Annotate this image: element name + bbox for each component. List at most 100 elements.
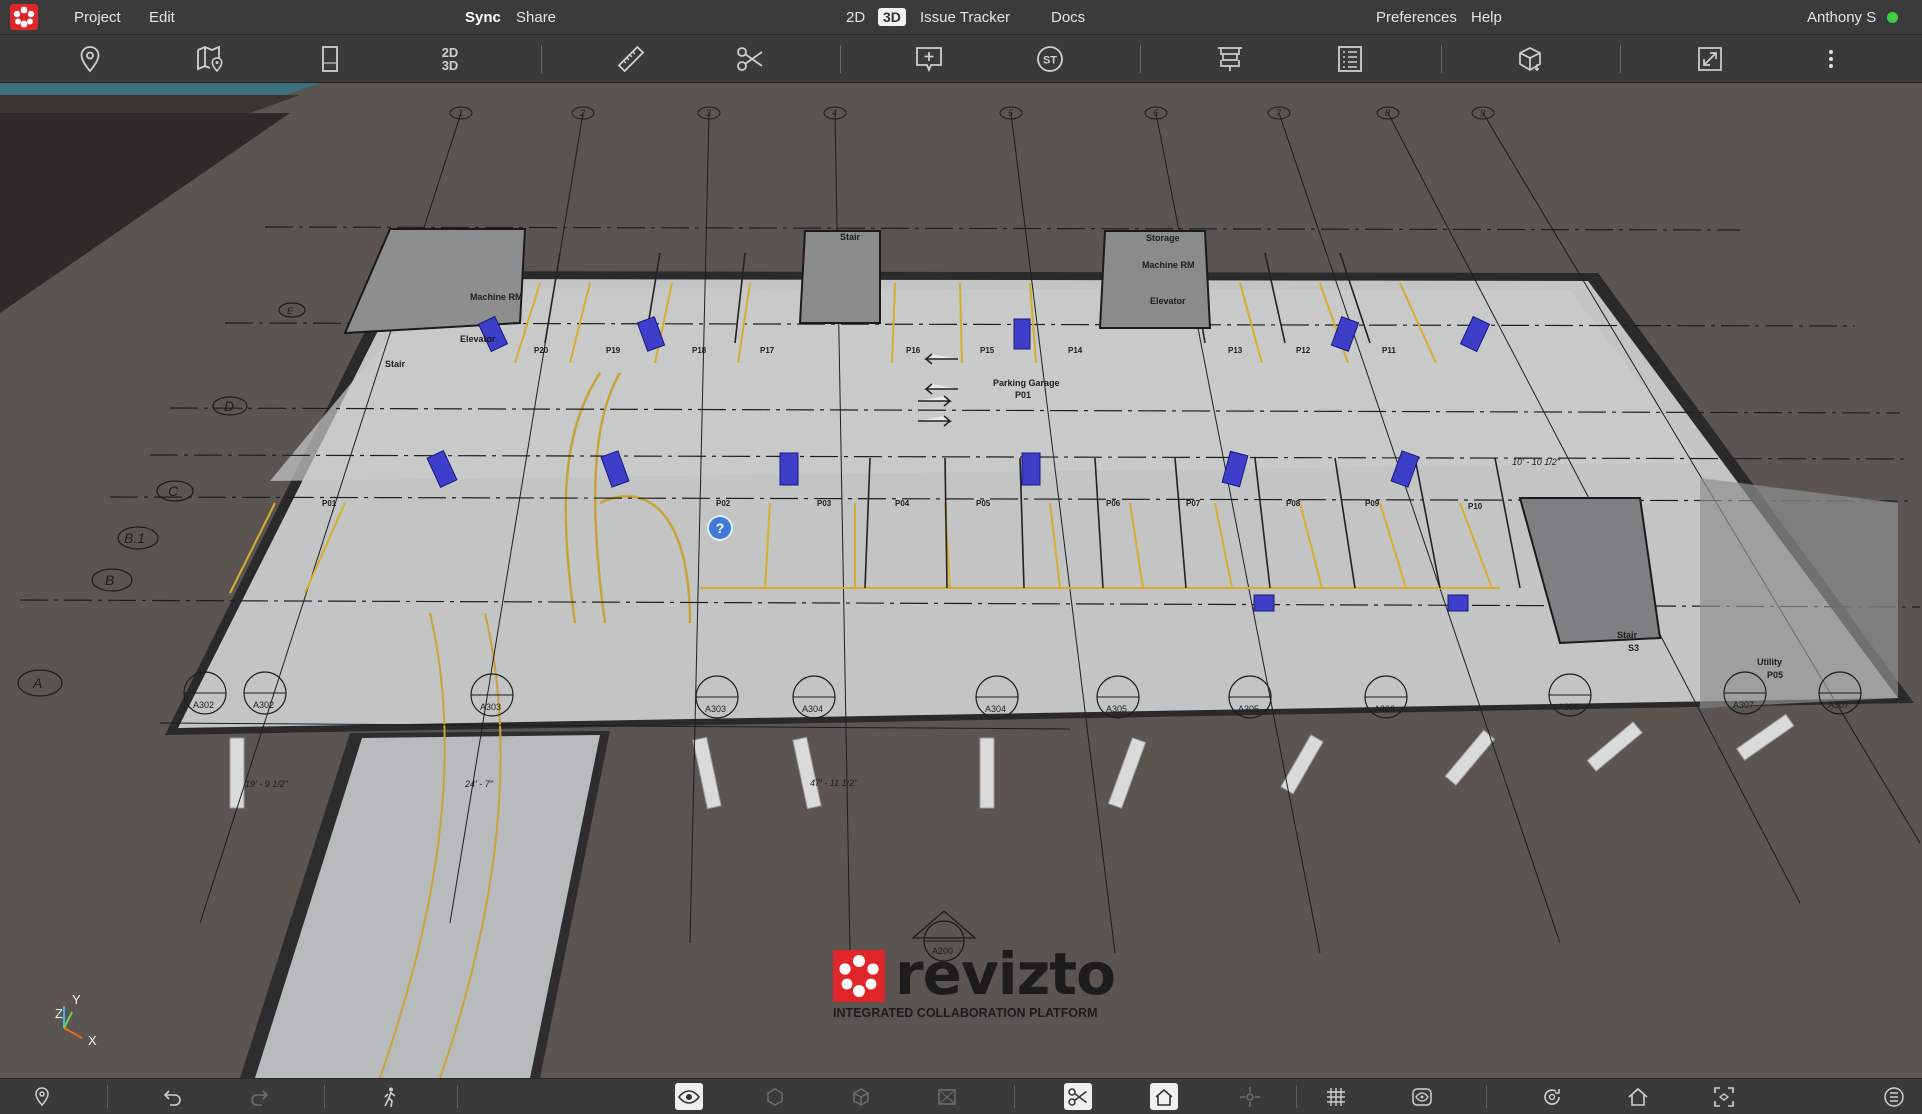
svg-text:A306: A306 — [1374, 704, 1395, 714]
ruler-icon[interactable] — [614, 42, 648, 76]
mode-2d-button[interactable]: 2D — [846, 9, 865, 26]
svg-text:3: 3 — [706, 108, 711, 118]
hide-icon[interactable] — [761, 1083, 789, 1110]
svg-text:A302: A302 — [193, 700, 214, 710]
axis-y-label: Y — [72, 992, 81, 1007]
svg-text:Elevator: Elevator — [1150, 296, 1186, 306]
map-pin-icon[interactable] — [193, 42, 227, 76]
svg-text:Stair: Stair — [1617, 630, 1638, 640]
undo-icon[interactable] — [159, 1083, 187, 1110]
toolbar-separator — [1140, 45, 1141, 73]
menu-help[interactable]: Help — [1471, 9, 1502, 26]
appearance-icon[interactable] — [1408, 1083, 1436, 1110]
navigation-icon[interactable] — [1236, 1083, 1264, 1110]
menu-bar: Project Edit Sync Share 2D 3D Issue Trac… — [0, 0, 1922, 35]
rotate-icon[interactable] — [1538, 1083, 1566, 1110]
redo-icon[interactable] — [245, 1083, 273, 1110]
svg-text:Storage: Storage — [1146, 233, 1180, 243]
toolbar-separator — [1620, 45, 1621, 73]
brand-tagline: INTEGRATED COLLABORATION PLATFORM — [833, 1006, 1098, 1020]
user-name[interactable]: Anthony S — [1807, 9, 1876, 26]
location-pin-icon[interactable] — [73, 42, 107, 76]
menu-project[interactable]: Project — [74, 9, 121, 26]
isolate-icon[interactable] — [847, 1083, 875, 1110]
brand-name: revizto — [895, 940, 1116, 1008]
layers-icon[interactable] — [1880, 1083, 1908, 1110]
section-box-icon[interactable] — [1513, 42, 1547, 76]
sheet-icon[interactable] — [313, 42, 347, 76]
svg-text:A303: A303 — [480, 702, 501, 712]
svg-text:P09: P09 — [1365, 499, 1380, 508]
model-scene: ? Machine RM Elevator Stair Stair Storag… — [0, 83, 1921, 1078]
revizto-logo-icon[interactable] — [10, 4, 38, 30]
main-toolbar: 2D 3D ST — [0, 35, 1922, 83]
toolbar-separator — [840, 45, 841, 73]
svg-text:P01: P01 — [1015, 390, 1031, 400]
svg-text:Stair: Stair — [840, 232, 861, 242]
svg-text:P15: P15 — [980, 346, 995, 355]
svg-text:Parking Garage: Parking Garage — [993, 378, 1060, 388]
svg-text:P13: P13 — [1228, 346, 1243, 355]
bottombar-separator — [1296, 1085, 1297, 1108]
bottombar-separator — [1014, 1085, 1015, 1108]
more-icon[interactable] — [1814, 42, 1848, 76]
menu-sync[interactable]: Sync — [465, 9, 501, 26]
svg-text:19' - 9 1/2": 19' - 9 1/2" — [245, 779, 289, 789]
svg-text:1: 1 — [458, 108, 463, 118]
svg-text:P12: P12 — [1296, 346, 1311, 355]
svg-text:P19: P19 — [606, 346, 621, 355]
svg-text:6: 6 — [1153, 108, 1158, 118]
menu-docs[interactable]: Docs — [1051, 9, 1085, 26]
menu-issue-tracker[interactable]: Issue Tracker — [920, 9, 1010, 26]
mode-3d-button[interactable]: 3D — [878, 8, 906, 26]
levels-icon[interactable] — [1213, 42, 1247, 76]
column-bubbles: 1 2 3 4 5 6 7 8 9 — [449, 106, 1495, 120]
resize-view-icon[interactable] — [1693, 42, 1727, 76]
svg-text:A305: A305 — [1106, 704, 1127, 714]
svg-text:A307: A307 — [1733, 700, 1754, 710]
svg-text:A302: A302 — [253, 700, 274, 710]
svg-text:P17: P17 — [760, 346, 775, 355]
location-pin-icon[interactable] — [28, 1083, 56, 1110]
svg-text:9: 9 — [1480, 108, 1485, 118]
bottombar-separator — [324, 1085, 325, 1108]
svg-text:P02: P02 — [716, 499, 731, 508]
bottombar-separator — [107, 1085, 108, 1108]
focus-icon[interactable] — [1710, 1083, 1738, 1110]
grid-icon[interactable] — [1322, 1083, 1350, 1110]
svg-text:24' - 7": 24' - 7" — [464, 779, 494, 789]
menu-edit[interactable]: Edit — [149, 9, 175, 26]
add-issue-icon[interactable] — [912, 42, 946, 76]
properties-list-icon[interactable] — [1333, 42, 1367, 76]
svg-text:2: 2 — [579, 108, 585, 118]
svg-text:47' - 11 1/2": 47' - 11 1/2" — [810, 778, 858, 788]
home-icon[interactable] — [1624, 1083, 1652, 1110]
ghost-icon[interactable] — [933, 1083, 961, 1110]
svg-text:P04: P04 — [895, 499, 910, 508]
svg-text:P05: P05 — [1767, 670, 1783, 680]
svg-text:A304: A304 — [802, 704, 823, 714]
revizto-brand-watermark: revizto INTEGRATED COLLABORATION PLATFOR… — [833, 940, 1116, 1020]
svg-text:P11: P11 — [1382, 346, 1396, 355]
svg-text:P06: P06 — [1106, 499, 1121, 508]
visibility-icon[interactable] — [675, 1083, 703, 1110]
menu-share[interactable]: Share — [516, 9, 556, 26]
3d-viewport[interactable]: ? Machine RM Elevator Stair Stair Storag… — [0, 83, 1922, 1078]
bottombar-separator — [1486, 1085, 1487, 1108]
svg-text:P01: P01 — [322, 499, 337, 508]
2d-3d-toggle[interactable]: 2D 3D — [433, 42, 467, 76]
issue-marker[interactable]: ? — [707, 515, 733, 541]
standards-icon[interactable]: ST — [1033, 42, 1067, 76]
svg-text:Utility: Utility — [1757, 657, 1782, 667]
walk-mode-icon[interactable] — [376, 1083, 404, 1110]
svg-text:ST: ST — [1043, 55, 1057, 67]
svg-text:A303: A303 — [705, 704, 726, 714]
toolbar-separator — [1441, 45, 1442, 73]
menu-preferences[interactable]: Preferences — [1376, 9, 1457, 26]
svg-text:A304: A304 — [985, 704, 1006, 714]
section-cut-icon[interactable] — [1064, 1083, 1092, 1110]
home-view-icon[interactable] — [1150, 1083, 1178, 1110]
scissors-icon[interactable] — [733, 42, 767, 76]
svg-text:P05: P05 — [976, 499, 991, 508]
revizto-logo-icon — [833, 950, 885, 1002]
